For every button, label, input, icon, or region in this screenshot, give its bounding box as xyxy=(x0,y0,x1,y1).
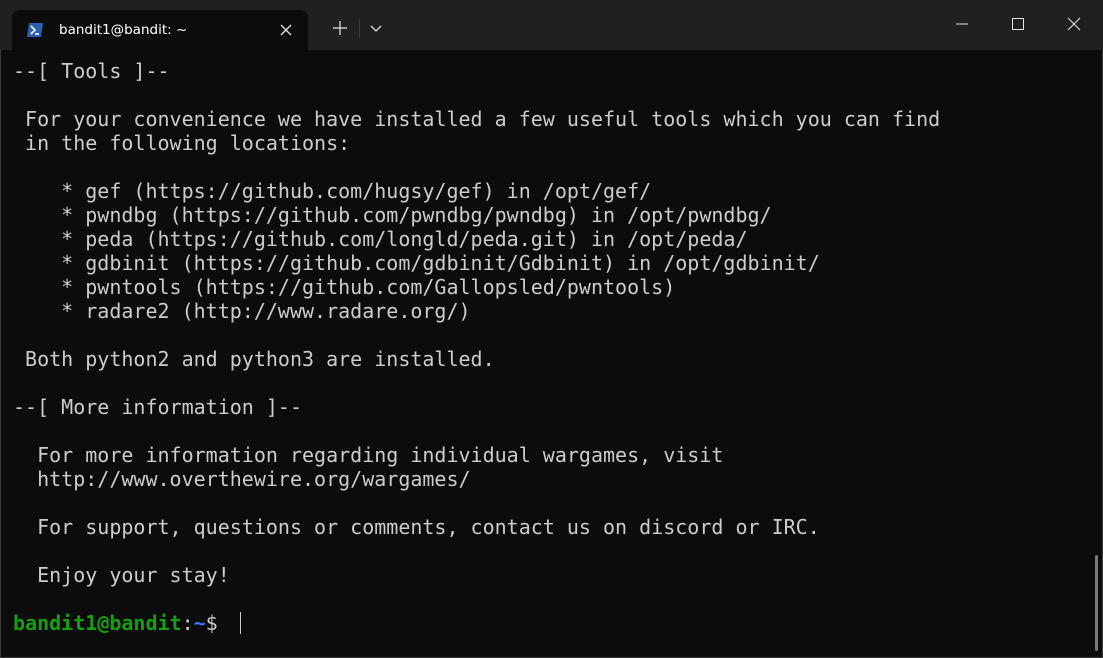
prompt-user-host: bandit1@bandit xyxy=(13,611,182,635)
minimize-button[interactable] xyxy=(934,0,990,48)
shell-prompt[interactable]: bandit1@bandit:~$ xyxy=(13,611,241,635)
minimize-icon xyxy=(956,23,968,25)
terminal-line: Both python2 and python3 are installed. xyxy=(13,347,495,371)
tab-title: bandit1@bandit: ~ xyxy=(59,22,188,38)
text-cursor xyxy=(239,612,241,634)
terminal-window: bandit1@bandit: ~ --[Tools]-- For your… xyxy=(0,0,1103,658)
scrollbar-thumb[interactable] xyxy=(1095,555,1098,651)
terminal-line: * pwntools (https://github.com/Gallopsle… xyxy=(13,275,676,299)
close-icon[interactable] xyxy=(277,21,295,39)
terminal-line: * peda (https://github.com/longld/peda.g… xyxy=(13,227,748,251)
terminal-line: For support, questions or comments, cont… xyxy=(13,515,820,539)
prompt-path: ~ xyxy=(193,611,206,635)
terminal-line: * gdbinit (https://github.com/gdbinit/Gd… xyxy=(13,251,820,275)
terminal-output: --[ Tools ]-- For your convenience we ha… xyxy=(13,59,940,587)
terminal-line: Enjoy your stay! xyxy=(13,563,230,587)
terminal-line: * pwndbg (https://github.com/pwndbg/pwnd… xyxy=(13,203,772,227)
prompt-symbol: $ xyxy=(205,611,230,635)
terminal-line: --[ Tools ]-- xyxy=(13,59,170,83)
chevron-down-icon xyxy=(370,25,382,32)
terminal-pane[interactable]: --[ Tools ]-- For your convenience we ha… xyxy=(0,50,1103,658)
powershell-icon xyxy=(27,23,43,37)
profile-dropdown-button[interactable] xyxy=(361,14,391,42)
maximize-button[interactable] xyxy=(990,0,1046,48)
terminal-line: For your convenience we have installed a… xyxy=(13,107,941,131)
close-icon xyxy=(1067,17,1081,31)
terminal-line: * gef (https://github.com/hugsy/gef) in … xyxy=(13,179,652,203)
tab-bandit1[interactable]: bandit1@bandit: ~ xyxy=(12,10,308,50)
terminal-line: --[ More information ]-- xyxy=(13,395,302,419)
maximize-icon xyxy=(1012,18,1024,30)
terminal-line: in the following locations: xyxy=(13,131,351,155)
prompt-colon: : xyxy=(181,611,194,635)
terminal-line: For more information regarding individua… xyxy=(13,443,724,467)
close-window-button[interactable] xyxy=(1046,0,1102,48)
plus-icon xyxy=(333,21,347,35)
terminal-line: http://www.overthewire.org/wargames/ xyxy=(13,467,471,491)
terminal-line: * radare2 (http://www.radare.org/) xyxy=(13,299,471,323)
new-tab-button[interactable] xyxy=(323,14,357,42)
tab-separator xyxy=(359,19,360,39)
title-bar: bandit1@bandit: ~ xyxy=(0,0,1103,50)
